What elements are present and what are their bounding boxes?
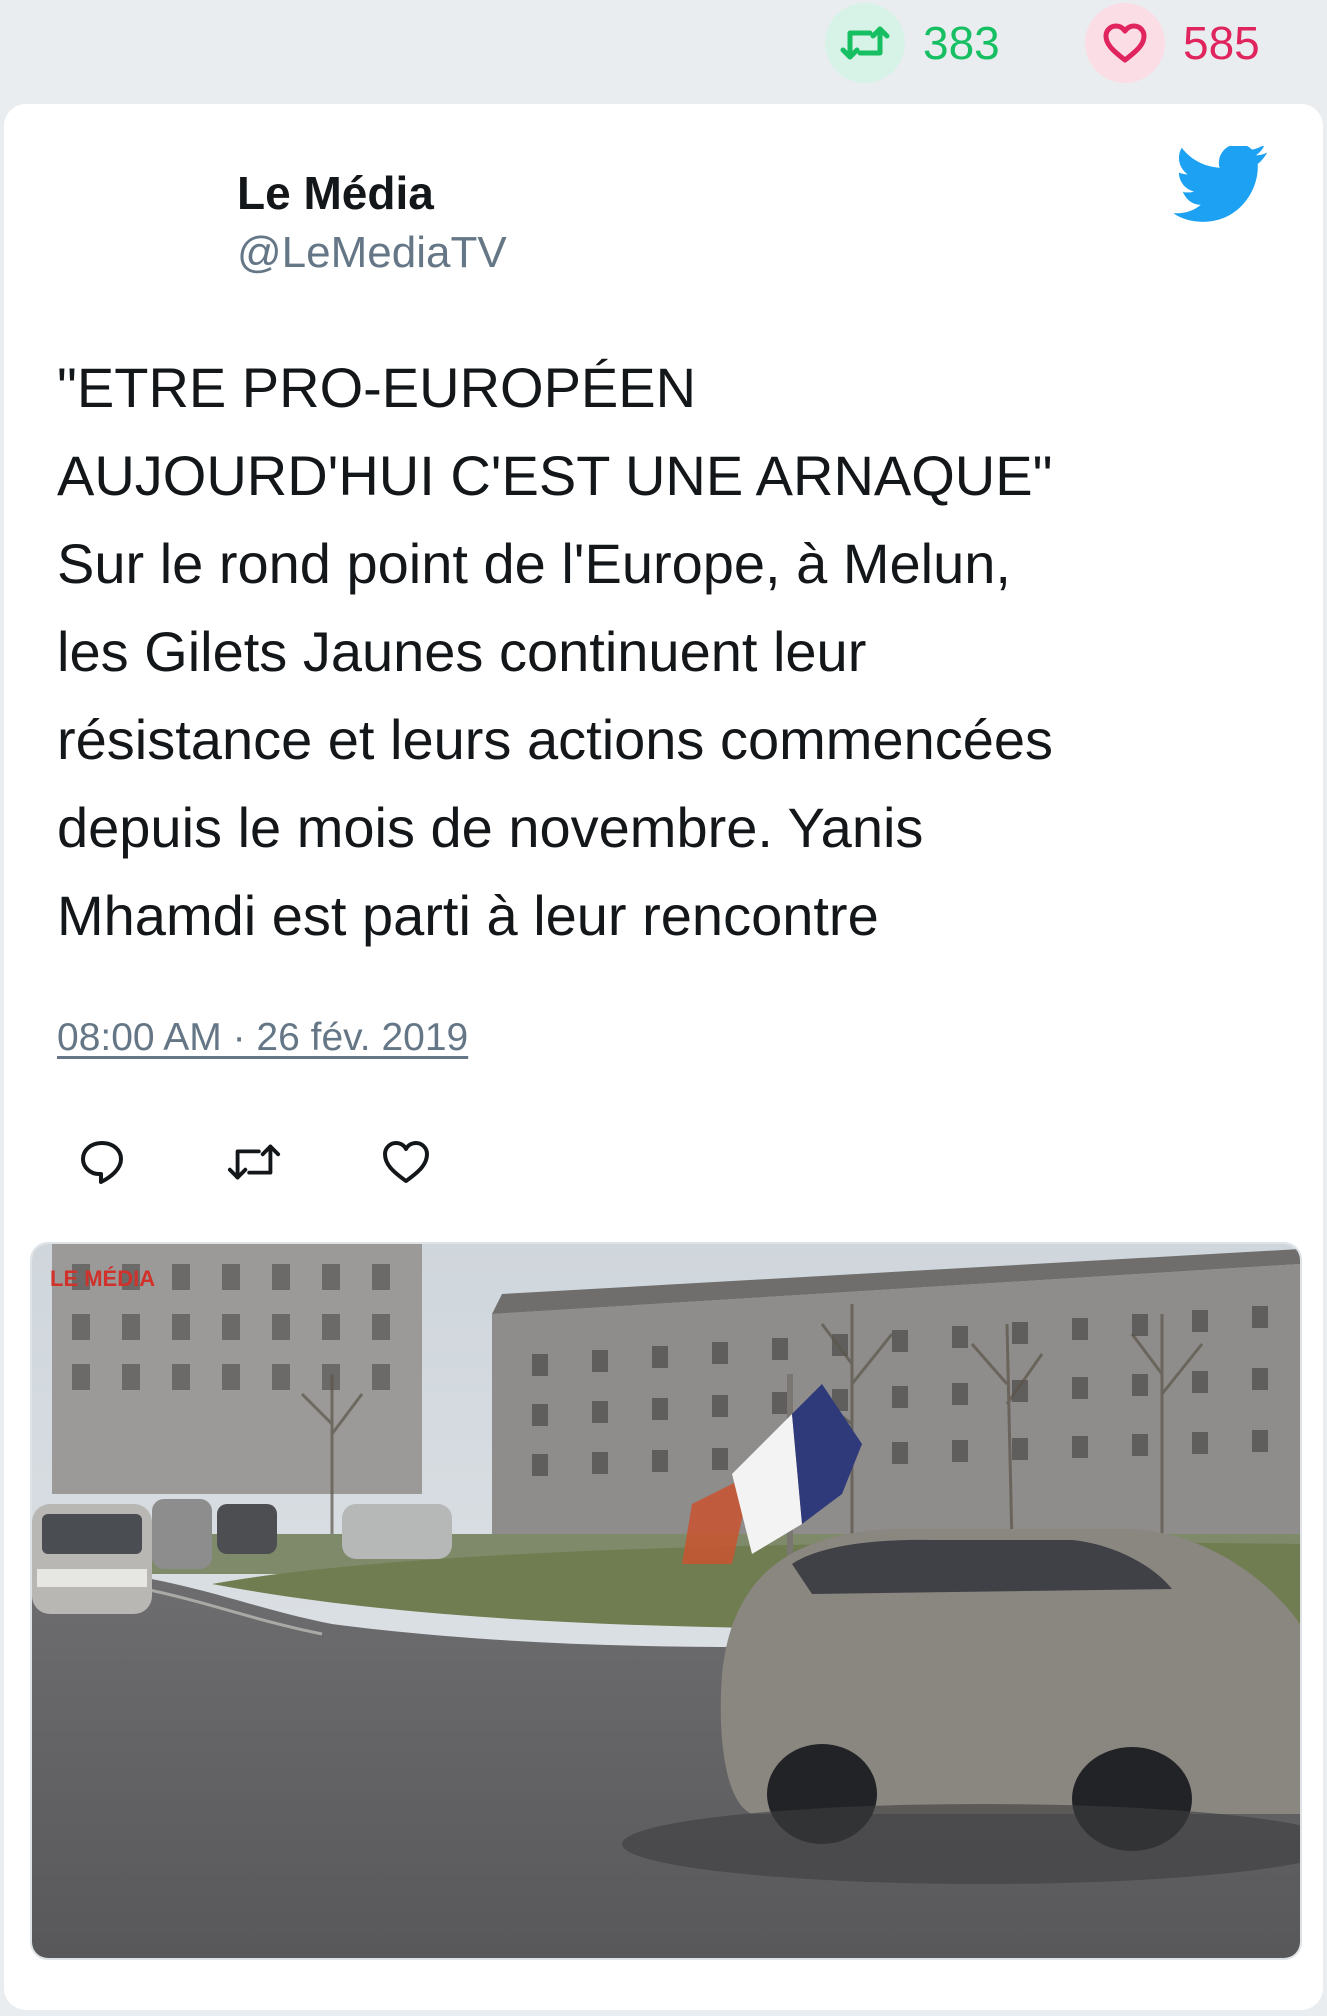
tweet-text-line: résistance et leurs actions commencées (57, 708, 1053, 771)
tweet-timestamp-link[interactable]: 08:00 AM · 26 fév. 2019 (57, 1016, 468, 1060)
video-thumbnail[interactable]: LE MÉDIA (30, 1242, 1302, 1960)
tweet-text-line: "ETRE PRO-EUROPÉEN (57, 356, 697, 419)
like-count: 585 (1183, 17, 1260, 69)
retweet-count-stat[interactable]: 383 (825, 0, 1000, 86)
retweet-icon (825, 3, 905, 83)
tweet-text-line: Mhamdi est parti à leur rencontre (57, 884, 879, 947)
retweet-count: 383 (923, 17, 1000, 69)
tweet-text-line: depuis le mois de novembre. Yanis (57, 796, 924, 859)
tweet-text-line: Sur le rond point de l'Europe, à Melun, (57, 532, 1011, 595)
retweet-action-icon[interactable] (226, 1134, 282, 1190)
like-action-icon[interactable] (378, 1134, 434, 1190)
tweet-text-line: AUJOURD'HUI C'EST UNE ARNAQUE" (57, 444, 1053, 507)
like-count-stat[interactable]: 585 (1085, 0, 1260, 86)
roundabout-scene-image: LE MÉDIA (32, 1244, 1300, 1958)
tweet-text: "ETRE PRO-EUROPÉEN AUJOURD'HUI C'EST UNE… (57, 344, 1287, 960)
author-handle[interactable]: @LeMediaTV (237, 228, 507, 278)
tweet-card: Le Média @LeMediaTV "ETRE PRO-EUROPÉEN A… (4, 104, 1323, 2010)
twitter-bird-icon[interactable] (1174, 146, 1270, 226)
media-watermark: LE MÉDIA (50, 1266, 155, 1291)
tweet-text-line: les Gilets Jaunes continuent leur (57, 620, 867, 683)
author-name[interactable]: Le Média (237, 166, 434, 220)
reply-icon[interactable] (74, 1134, 130, 1190)
heart-icon (1085, 3, 1165, 83)
tweet-actions (74, 1134, 530, 1190)
